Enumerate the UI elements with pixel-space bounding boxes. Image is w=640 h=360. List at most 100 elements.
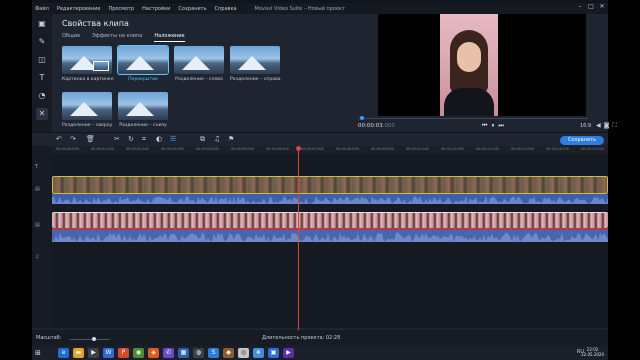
aspect-ratio-select[interactable]: 16:9 <box>580 123 591 129</box>
cut-icon[interactable]: ✂ <box>114 135 120 143</box>
save-button[interactable]: Сохранить <box>560 136 604 145</box>
overlay-option-label: Разделение – снизу <box>119 123 167 128</box>
player-canvas[interactable] <box>378 14 586 116</box>
chrome-icon[interactable]: ◉ <box>133 348 144 358</box>
menu-help[interactable]: Справка <box>215 6 237 12</box>
ruler-tick-label: 00:00:03.000 <box>161 147 184 151</box>
preview-seekbar[interactable] <box>358 116 588 120</box>
rotate-icon[interactable]: ↻ <box>128 135 134 143</box>
project-duration: Длительность проекта: 02:28 <box>262 335 341 341</box>
overlay-thumbnail <box>174 46 224 74</box>
delete-icon[interactable]: 🗑 <box>86 135 95 143</box>
overlay-option-split-left[interactable]: Разделение – слева <box>174 46 224 82</box>
powerpoint-icon[interactable]: P <box>118 348 129 358</box>
overlay-option-overlap[interactable]: Перекрытие <box>117 45 169 82</box>
overlay-audio-waveform[interactable] <box>52 194 608 204</box>
properties-tabs: Общие Эффекты на клипа Наложение <box>62 33 197 42</box>
video-track-icon: ▤ <box>35 222 40 228</box>
zoom-handle[interactable] <box>92 337 96 341</box>
ruler-tick-label: 00:00:01.000 <box>91 147 114 151</box>
tab-overlay[interactable]: Наложение <box>154 33 185 42</box>
prev-frame-icon[interactable]: ⏮ <box>482 122 487 130</box>
magic-wand-icon[interactable]: ✎ <box>36 36 48 48</box>
overlay-thumbnail <box>118 92 168 120</box>
explorer-icon[interactable]: ▬ <box>73 348 84 358</box>
app-icon-5[interactable]: ◎ <box>238 348 249 358</box>
app-icon-6[interactable]: ❄ <box>253 348 264 358</box>
overlay-option-label: Перекрытие <box>128 77 158 82</box>
overlay-video-clip[interactable] <box>52 176 608 194</box>
ruler-tick-label: 00:00:04.000 <box>196 147 219 151</box>
tab-effects[interactable]: Эффекты на клипа <box>92 33 142 42</box>
next-frame-icon[interactable]: ⏭ <box>498 122 503 130</box>
menu-settings[interactable]: Настройки <box>142 6 170 12</box>
audio-icon[interactable]: ♫ <box>214 135 220 143</box>
ruler-tick-label: 00:00:05.000 <box>231 147 254 151</box>
viber-icon[interactable]: ✆ <box>163 348 174 358</box>
system-clock[interactable]: 22:02 22.05.2020 <box>581 347 604 357</box>
import-icon[interactable]: ▣ <box>36 18 48 30</box>
maximize-icon[interactable]: □ <box>587 3 595 11</box>
overlay-option-pip[interactable]: Картинка в картинке <box>62 46 114 82</box>
snapshot-icon[interactable]: ◙ <box>604 122 610 130</box>
tab-general[interactable]: Общие <box>62 33 80 42</box>
taskbar: ⊞ e ▬ ▶ W P ◉ ◈ ✆ ▦ ◍ S ◆ ◎ ❄ ▣ ▶ RU 22:… <box>32 346 608 360</box>
pause-icon[interactable]: ⏸ <box>491 122 494 130</box>
overlay-option-split-bottom[interactable]: Разделение – снизу <box>118 92 168 128</box>
minimize-icon[interactable]: – <box>576 3 584 11</box>
track-headers: T ▤ ▤ ♫ <box>32 146 52 328</box>
redo-icon[interactable]: ↷ <box>70 135 76 143</box>
menu-edit[interactable]: Редактирование <box>57 6 101 12</box>
title-track-icon: T <box>35 164 39 170</box>
movavi-icon[interactable]: ▶ <box>283 348 294 358</box>
titles-icon[interactable]: T <box>36 72 48 84</box>
overlay-option-split-top[interactable]: Разделение – сверху <box>62 92 112 128</box>
app-icon-4[interactable]: ◆ <box>223 348 234 358</box>
record-icon[interactable]: ⧉ <box>200 135 205 144</box>
marker-icon[interactable]: ⚑ <box>228 135 234 143</box>
color-icon[interactable]: ◐ <box>156 135 162 143</box>
transitions-icon[interactable]: ◫ <box>36 54 48 66</box>
ruler-tick-label: 00:00:13.000 <box>511 147 534 151</box>
preview-tools: ◀ ◙ ⛶ <box>596 122 620 130</box>
zoom-slider[interactable] <box>70 337 110 341</box>
windows-start-icon[interactable]: ⊞ <box>35 349 41 357</box>
ruler-tick-label: 00:00:07.000 <box>301 147 324 151</box>
ie-icon[interactable]: e <box>58 348 69 358</box>
media-icon[interactable]: ▶ <box>88 348 99 358</box>
ruler-tick-label: 00:00:02.000 <box>126 147 149 151</box>
seek-handle[interactable] <box>360 116 364 120</box>
app-icon-3[interactable]: ◍ <box>193 348 204 358</box>
undo-icon[interactable]: ↶ <box>56 135 62 143</box>
timeline[interactable]: 00:00:00.000 00:00:01.000 00:00:02.000 00:0… <box>32 146 608 328</box>
app-icon-7[interactable]: ▣ <box>268 348 279 358</box>
main-video-clip[interactable] <box>52 212 608 228</box>
tools-icon[interactable]: ✕ <box>36 108 48 120</box>
overlay-option-split-right[interactable]: Разделение – справа <box>230 46 281 82</box>
stickers-icon[interactable]: ◔ <box>36 90 48 102</box>
volume-icon[interactable]: ◀ <box>596 122 601 130</box>
fullscreen-icon[interactable]: ⛶ <box>612 122 616 130</box>
close-icon[interactable]: ✕ <box>598 3 606 11</box>
waveform-path <box>52 196 608 204</box>
crop-icon[interactable]: ⌗ <box>142 135 146 144</box>
preview-panel: 00:00:03.000 ⏮ ⏸ ⏭ 16:9 ◀ ◙ ⛶ <box>338 14 617 132</box>
app-icon[interactable]: ◈ <box>148 348 159 358</box>
skype-icon[interactable]: S <box>208 348 219 358</box>
ruler-tick-label: 00:00:14.000 <box>546 147 569 151</box>
app-icon-2[interactable]: ▦ <box>178 348 189 358</box>
menu-view[interactable]: Просмотр <box>108 6 134 12</box>
timecode-main: 00:00:03 <box>358 123 383 129</box>
menu-save[interactable]: Сохранить <box>178 6 206 12</box>
overlay-option-label: Разделение – сверху <box>62 123 113 128</box>
main-audio-waveform[interactable] <box>52 230 608 242</box>
playhead[interactable] <box>298 148 299 330</box>
ruler-tick-label: 00:00:15.000 <box>581 147 604 151</box>
word-icon[interactable]: W <box>103 348 114 358</box>
menu-bar: Файл Редактирование Просмотр Настройки С… <box>32 3 608 14</box>
timeline-ruler[interactable]: 00:00:00.000 00:00:01.000 00:00:02.000 00:0… <box>52 146 608 154</box>
overlay-option-label: Разделение – слева <box>175 77 223 82</box>
screen: Файл Редактирование Просмотр Настройки С… <box>0 0 640 360</box>
clip-properties-icon[interactable]: ☰ <box>170 135 176 143</box>
menu-file[interactable]: Файл <box>35 6 49 12</box>
